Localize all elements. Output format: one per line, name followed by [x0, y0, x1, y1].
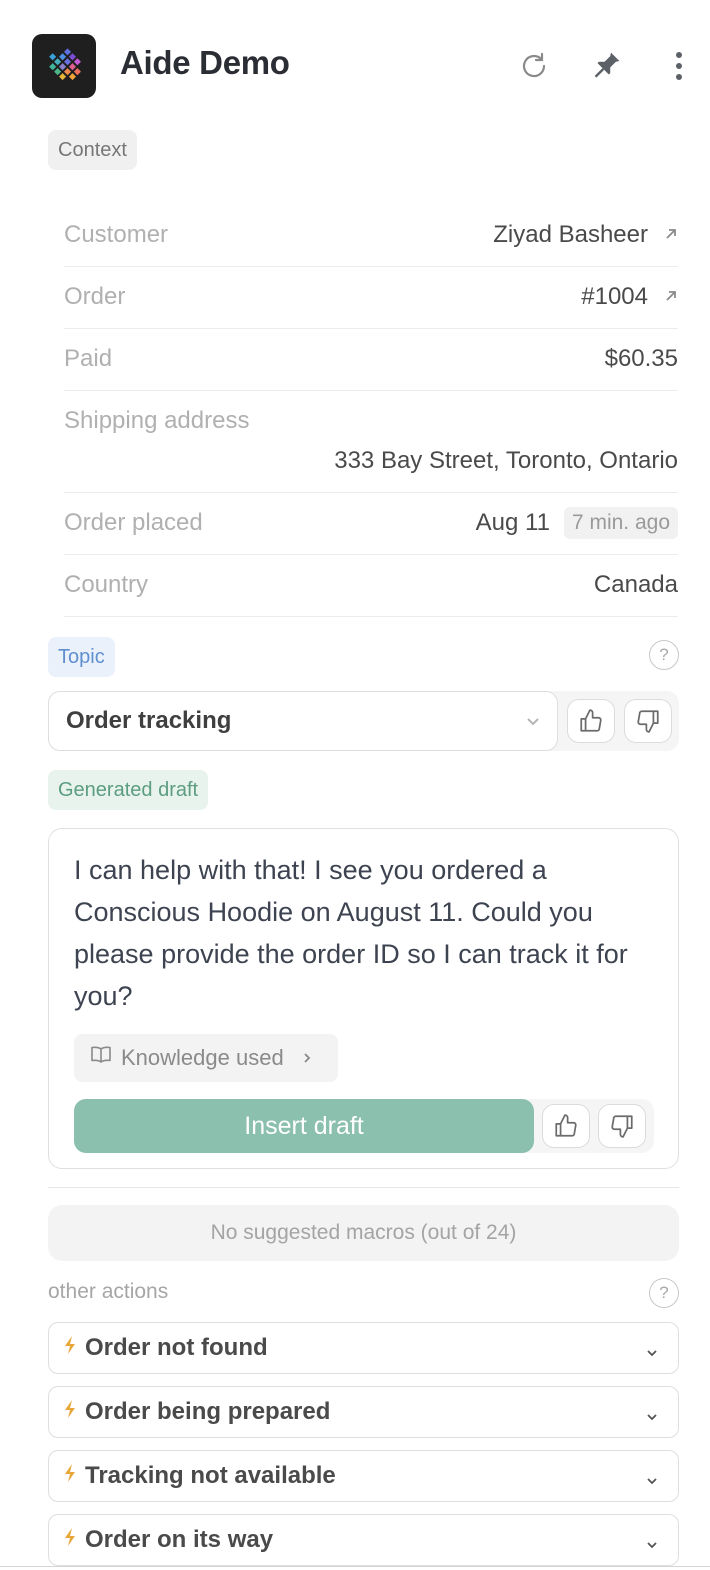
context-row-order-placed: Order placed Aug 11 7 min. ago: [64, 493, 678, 555]
draft-thumbs-down-button[interactable]: [598, 1104, 646, 1148]
context-row-customer: Customer Ziyad Basheer: [64, 205, 678, 267]
context-row-country: Country Canada: [64, 555, 678, 617]
thumbs-up-icon: [555, 1114, 577, 1137]
thumbs-up-icon: [580, 709, 602, 732]
action-label: Order being prepared: [85, 1398, 331, 1425]
other-actions-help-icon[interactable]: ?: [649, 1278, 679, 1308]
chevron-down-icon: [644, 1404, 660, 1432]
generated-draft-tag: Generated draft: [48, 770, 209, 810]
draft-text[interactable]: I can help with that! I see you ordered …: [74, 849, 654, 1017]
insert-draft-button[interactable]: Insert draft: [74, 1099, 534, 1153]
customer-name[interactable]: Ziyad Basheer: [493, 221, 648, 249]
action-label: Tracking not available: [85, 1462, 336, 1489]
divider: [48, 1187, 679, 1188]
knowledge-used-label: Knowledge used: [121, 1045, 284, 1070]
context-tag: Context: [48, 130, 137, 170]
action-label: Order on its way: [85, 1526, 274, 1553]
insert-row: Insert draft: [74, 1099, 654, 1153]
bolt-icon: [63, 1527, 77, 1553]
action-tracking-not-available[interactable]: Tracking not available: [48, 1450, 679, 1502]
chevron-right-icon: [301, 1045, 313, 1071]
pin-icon[interactable]: [586, 46, 626, 86]
chevron-down-icon: [644, 1340, 660, 1368]
bolt-icon: [63, 1463, 77, 1489]
external-link-icon[interactable]: [664, 287, 678, 308]
order-placed-label: Order placed: [64, 509, 203, 536]
topic-tag: Topic: [48, 637, 115, 677]
draft-thumbs-up-button[interactable]: [542, 1104, 590, 1148]
app-logo: [32, 34, 96, 98]
relative-time-badge: 7 min. ago: [563, 507, 678, 539]
order-date: Aug 11: [475, 509, 550, 536]
paid-label: Paid: [64, 345, 113, 372]
draft-card: I can help with that! I see you ordered …: [48, 828, 679, 1169]
app-title: Aide Demo: [120, 44, 290, 81]
bolt-icon: [63, 1399, 77, 1425]
paid-value: $60.35: [604, 345, 678, 372]
shipping-address: 333 Bay Street, Toronto, Ontario: [334, 447, 678, 474]
context-row-paid: Paid $60.35: [64, 329, 678, 391]
country-label: Country: [64, 571, 149, 598]
thumbs-down-icon: [637, 710, 659, 733]
customer-label: Customer: [64, 221, 169, 248]
topic-row: Order tracking: [48, 691, 679, 751]
book-icon: [90, 1045, 112, 1071]
action-order-not-found[interactable]: Order not found: [48, 1322, 679, 1374]
action-label: Order not found: [85, 1334, 268, 1361]
no-macros-notice: No suggested macros (out of 24): [48, 1205, 679, 1261]
order-label: Order: [64, 283, 126, 310]
bottom-border: [0, 1566, 710, 1567]
action-order-being-prepared[interactable]: Order being prepared: [48, 1386, 679, 1438]
topic-thumbs-up-button[interactable]: [567, 699, 615, 743]
country-value: Canada: [593, 571, 678, 598]
external-link-icon[interactable]: [664, 225, 678, 246]
refresh-icon[interactable]: [514, 46, 554, 86]
chevron-down-icon: [644, 1468, 660, 1496]
app-header: Aide Demo: [0, 0, 710, 132]
topic-thumbs-down-button[interactable]: [624, 699, 672, 743]
more-vertical-icon[interactable]: [659, 46, 699, 86]
action-order-on-its-way[interactable]: Order on its way: [48, 1514, 679, 1566]
context-row-order: Order #1004: [64, 267, 678, 329]
topic-help-icon[interactable]: ?: [649, 640, 679, 670]
thumbs-down-icon: [611, 1115, 633, 1138]
other-actions-label: other actions: [48, 1280, 169, 1303]
chevron-down-icon: [523, 710, 543, 738]
topic-select[interactable]: Order tracking: [48, 691, 558, 751]
topic-selected-value: Order tracking: [66, 707, 232, 734]
shipping-label: Shipping address: [64, 407, 250, 434]
order-link[interactable]: #1004: [581, 283, 678, 311]
order-number[interactable]: #1004: [581, 283, 648, 311]
context-row-shipping: Shipping address 333 Bay Street, Toronto…: [64, 391, 678, 493]
customer-link[interactable]: Ziyad Basheer: [493, 221, 678, 249]
knowledge-used-button[interactable]: Knowledge used: [74, 1034, 338, 1082]
order-placed-value: Aug 11 7 min. ago: [476, 507, 678, 539]
chevron-down-icon: [644, 1532, 660, 1560]
bolt-icon: [63, 1335, 77, 1361]
